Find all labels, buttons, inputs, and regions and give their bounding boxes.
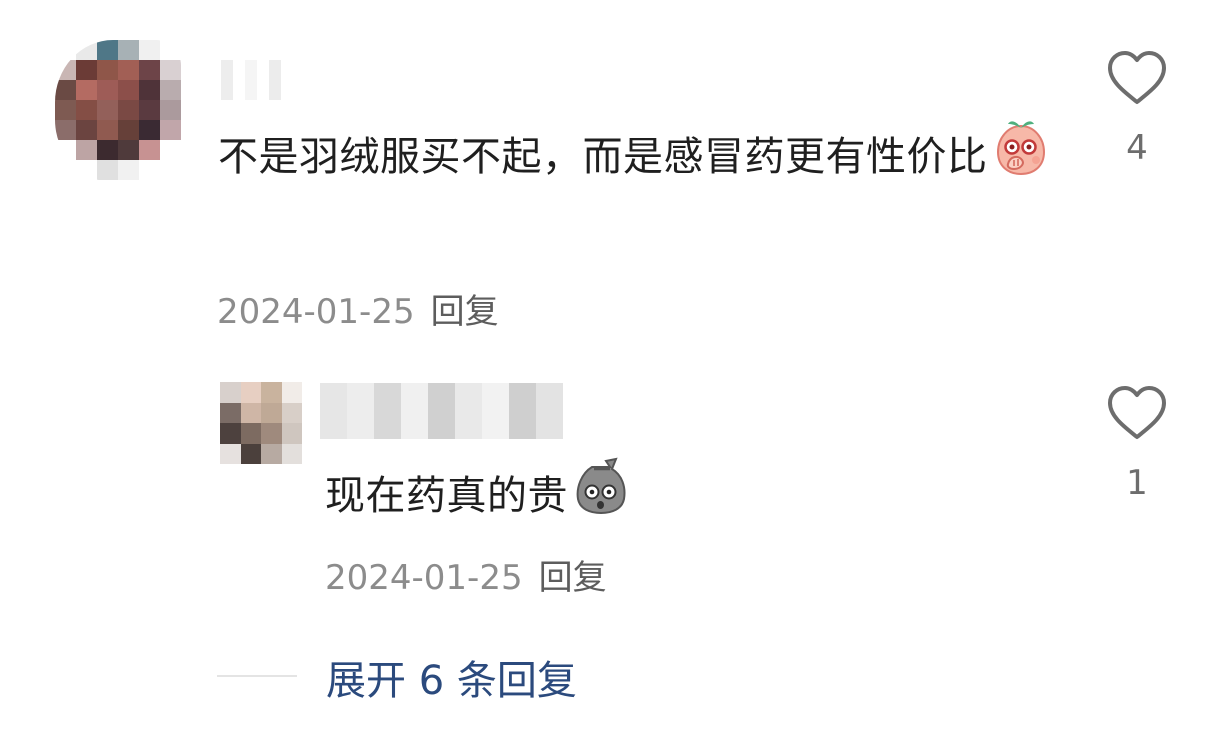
avatar-pixel: [97, 80, 118, 100]
avatar-pixel: [240, 443, 261, 464]
avatar-pixel: [220, 402, 241, 423]
avatar-pixel: [118, 120, 139, 140]
avatar-pixel: [97, 140, 118, 160]
avatar-pixel: [220, 382, 241, 403]
heart-outline-icon[interactable]: [1106, 50, 1168, 110]
avatar-pixel: [160, 40, 181, 60]
avatar-pixel: [118, 60, 139, 80]
avatar-pixel: [261, 423, 282, 444]
avatar-pixel: [97, 160, 118, 180]
avatar-pixel: [139, 120, 160, 140]
avatar-pixel: [55, 140, 76, 160]
avatar-pixel: [240, 402, 261, 423]
comment-meta: 2024-01-25 回复: [217, 284, 499, 333]
reply-button[interactable]: 回复: [431, 292, 499, 332]
username-blur-block: [257, 60, 269, 100]
avatar-pixel: [55, 60, 76, 80]
reply-meta: 2024-01-25 回复: [325, 550, 607, 599]
username-blur-block: [221, 60, 233, 100]
like-count: 1: [1126, 463, 1148, 503]
avatar-pixel: [97, 100, 118, 120]
avatar-pixel: [55, 120, 76, 140]
username-blur-block: [269, 60, 281, 100]
avatar-pixel: [281, 443, 302, 464]
avatar-pixel: [261, 443, 282, 464]
heart-outline-icon[interactable]: [1106, 385, 1168, 445]
reply-text: 现在药真的贵: [325, 473, 568, 519]
avatar-pixel: [160, 120, 181, 140]
username-blur-block: [401, 383, 428, 439]
avatar-pixel: [118, 80, 139, 100]
avatar-pixel: [160, 80, 181, 100]
commenter-username-blurred[interactable]: [221, 60, 281, 100]
username-blur-block: [536, 383, 563, 439]
avatar-pixel: [220, 443, 241, 464]
avatar-pixel: [240, 423, 261, 444]
avatar-pixel: [281, 423, 302, 444]
avatar-pixel: [76, 80, 97, 100]
avatar-pixel: [76, 60, 97, 80]
avatar-pixel: [160, 140, 181, 160]
username-blur-block: [428, 383, 455, 439]
avatar-pixel: [118, 100, 139, 120]
username-blur-block: [233, 60, 245, 100]
username-blur-block: [455, 383, 482, 439]
avatar-pixel: [139, 140, 160, 160]
replier-avatar[interactable]: [220, 382, 302, 464]
avatar-pixel: [76, 100, 97, 120]
avatar-pixel: [281, 402, 302, 423]
avatar-pixel: [220, 423, 241, 444]
reply-button[interactable]: 回复: [539, 558, 607, 598]
avatar-pixel: [97, 120, 118, 140]
peach-covering-mouth-emoji: [992, 116, 1050, 202]
reply-body: 现在药真的贵: [325, 455, 1025, 541]
avatar-pixel: [76, 160, 97, 180]
avatar-pixel: [118, 40, 139, 60]
commenter-avatar[interactable]: [55, 40, 181, 182]
avatar-pixel: [118, 140, 139, 160]
username-blur-block: [509, 383, 536, 439]
reply-like[interactable]: 1: [1097, 385, 1177, 503]
gray-bag-shocked-emoji: [572, 455, 630, 541]
avatar-pixel: [118, 160, 139, 180]
avatar-pixel: [160, 160, 181, 180]
avatar-pixel: [97, 60, 118, 80]
username-blur-block: [320, 383, 347, 439]
username-blur-block: [482, 383, 509, 439]
comment-date: 2024-01-25: [217, 292, 415, 332]
username-blur-block: [347, 383, 374, 439]
avatar-pixel: [139, 100, 160, 120]
avatar-pixel: [55, 160, 76, 180]
avatar-pixel: [76, 120, 97, 140]
avatar-pixel: [261, 382, 282, 403]
avatar-pixel: [281, 382, 302, 403]
avatar-pixel: [160, 60, 181, 80]
avatar-pixel: [160, 100, 181, 120]
avatar-pixel: [261, 402, 282, 423]
avatar-pixel: [139, 160, 160, 180]
avatar-pixel: [240, 382, 261, 403]
avatar-pixel: [55, 80, 76, 100]
username-blur-block: [245, 60, 257, 100]
avatar-pixel: [76, 140, 97, 160]
avatar-pixel: [139, 80, 160, 100]
avatar-pixel: [55, 40, 76, 60]
reply-date: 2024-01-25: [325, 558, 523, 598]
replier-username-blurred[interactable]: [320, 383, 563, 439]
username-blur-block: [374, 383, 401, 439]
comment-body: 不是羽绒服买不起，而是感冒药更有性价比: [218, 116, 1058, 202]
comment-text: 不是羽绒服买不起，而是感冒药更有性价比: [218, 134, 988, 180]
avatar-pixel: [139, 60, 160, 80]
avatar-pixel: [76, 40, 97, 60]
expand-divider: [217, 675, 297, 677]
avatar-pixel: [55, 100, 76, 120]
comment-like[interactable]: 4: [1097, 50, 1177, 168]
avatar-pixel: [97, 40, 118, 60]
avatar-pixel: [139, 40, 160, 60]
expand-replies-button[interactable]: 展开 6 条回复: [326, 648, 577, 706]
like-count: 4: [1126, 128, 1148, 168]
